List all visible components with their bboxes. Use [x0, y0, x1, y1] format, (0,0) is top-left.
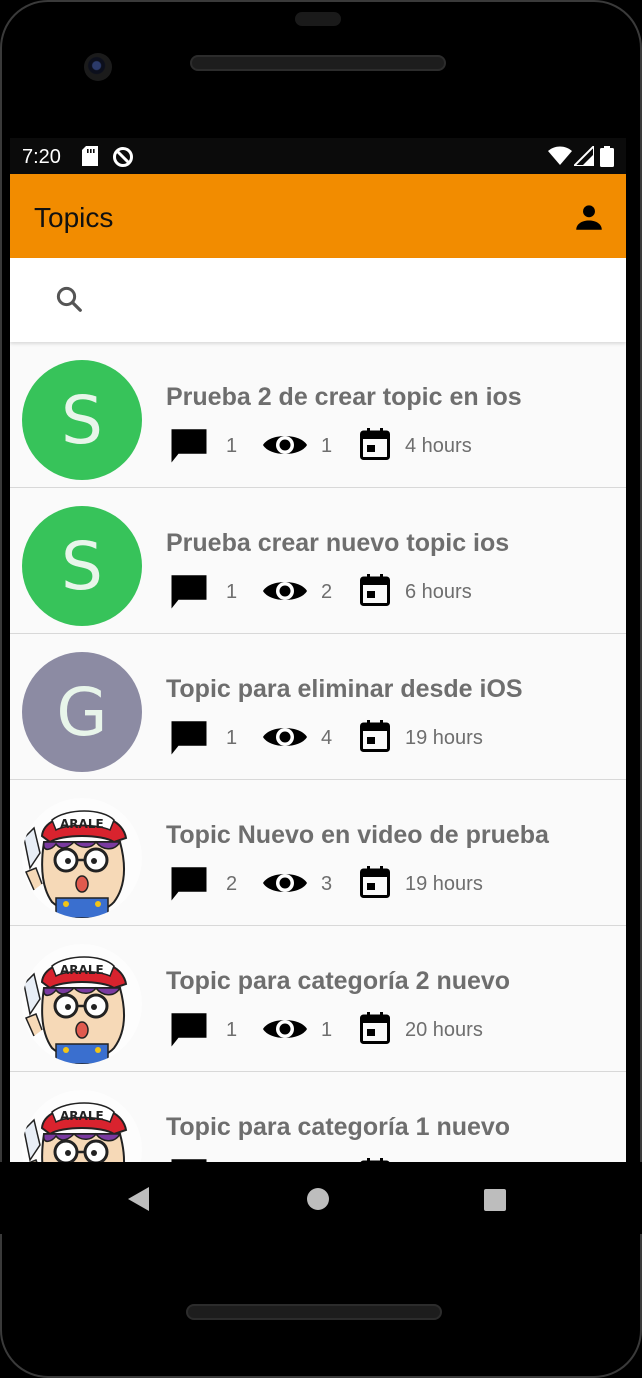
- comment-count: 1: [226, 435, 238, 457]
- phone-notch: [295, 12, 341, 26]
- bottom-speaker: [186, 1304, 442, 1320]
- eye-icon: [262, 867, 308, 904]
- topic-row[interactable]: S Prueba crear nuevo topic ios 1 2 6 hours: [10, 488, 626, 634]
- avatar: S: [22, 506, 142, 626]
- view-count: 2: [321, 581, 333, 603]
- recents-icon[interactable]: [483, 1188, 507, 1212]
- comment-icon: [168, 862, 210, 909]
- topic-list: S Prueba 2 de crear topic en ios 1 1 4 hours…: [10, 342, 626, 1162]
- topic-title: Prueba crear nuevo topic ios: [166, 529, 510, 557]
- calendar-icon: [360, 866, 390, 903]
- avatar-image: ARALE: [22, 944, 142, 1064]
- front-camera: [84, 53, 112, 81]
- view-count: 1: [321, 435, 333, 457]
- eye-icon: [262, 429, 308, 466]
- topic-title: Prueba 2 de crear topic en ios: [166, 383, 522, 411]
- avatar-image: ARALE: [22, 1090, 142, 1162]
- battery-icon: [600, 146, 614, 167]
- navigation-bar: [0, 1162, 642, 1234]
- phone-frame: 7:20 Topics S Prueba 2 de crear topic en…: [0, 0, 642, 1378]
- topic-row[interactable]: ARALE Topic para categoría 1 nuevo: [10, 1072, 626, 1162]
- comment-count: 2: [226, 873, 238, 895]
- topic-age: 19 hours: [405, 727, 483, 749]
- avatar-letter: G: [22, 652, 142, 772]
- status-time: 7:20: [22, 146, 61, 168]
- topic-age: 6 hours: [405, 581, 472, 603]
- app-bar: Topics: [10, 174, 626, 258]
- calendar-icon: [360, 720, 390, 757]
- topic-row[interactable]: ARALE Topic para categoría 2 nuevo 1 1 20 ho…: [10, 926, 626, 1072]
- back-icon[interactable]: [127, 1186, 151, 1212]
- svg-text:ARALE: ARALE: [60, 963, 104, 977]
- eye-icon: [262, 1013, 308, 1050]
- wifi-icon: [548, 146, 572, 165]
- topic-row[interactable]: ARALE Topic Nuevo en video de prueba 2 3 19 …: [10, 780, 626, 926]
- eye-icon: [262, 721, 308, 758]
- calendar-icon: [360, 428, 390, 465]
- comment-icon: [168, 716, 210, 763]
- avatar: G: [22, 652, 142, 772]
- comment-count: 1: [226, 581, 238, 603]
- topic-title: Topic para categoría 1 nuevo: [166, 1113, 511, 1141]
- svg-text:ARALE: ARALE: [60, 1109, 104, 1123]
- status-bar: 7:20: [10, 138, 626, 174]
- svg-text:ARALE: ARALE: [60, 817, 104, 831]
- page-title: Topics: [34, 202, 114, 233]
- search-input[interactable]: [106, 278, 600, 324]
- person-icon[interactable]: [572, 200, 606, 234]
- topic-title: Topic Nuevo en video de prueba: [166, 821, 549, 849]
- eye-icon: [262, 575, 308, 612]
- app-screen: 7:20 Topics S Prueba 2 de crear topic en…: [10, 138, 626, 1162]
- comment-icon: [168, 424, 210, 471]
- calendar-icon: [360, 574, 390, 611]
- comment-icon: [168, 1154, 210, 1162]
- topic-title: Topic para categoría 2 nuevo: [166, 967, 511, 995]
- search-bar: [10, 258, 626, 342]
- view-count: 3: [321, 873, 333, 895]
- avatar-letter: S: [22, 506, 142, 626]
- signal-icon: [574, 146, 594, 166]
- topic-age: 19 hours: [405, 873, 483, 895]
- avatar-image: ARALE: [22, 798, 142, 918]
- comment-count: 1: [226, 727, 238, 749]
- topic-row[interactable]: G Topic para eliminar desde iOS 1 4 19 hours: [10, 634, 626, 780]
- avatar-letter: S: [22, 360, 142, 480]
- comment-icon: [168, 570, 210, 617]
- comment-icon: [168, 1008, 210, 1055]
- view-count: 1: [321, 1019, 333, 1041]
- data-saver-icon: [113, 147, 133, 167]
- home-icon[interactable]: [306, 1187, 330, 1211]
- topic-age: 20 hours: [405, 1019, 483, 1041]
- comment-count: 1: [226, 1019, 238, 1041]
- topic-row[interactable]: S Prueba 2 de crear topic en ios 1 1 4 hours: [10, 342, 626, 488]
- search-icon: [56, 286, 82, 312]
- avatar: S: [22, 360, 142, 480]
- earpiece-speaker: [190, 55, 446, 71]
- topic-title: Topic para eliminar desde iOS: [166, 675, 523, 703]
- calendar-icon: [360, 1012, 390, 1049]
- sd-card-icon: [82, 146, 98, 166]
- view-count: 4: [321, 727, 333, 749]
- topic-age: 4 hours: [405, 435, 472, 457]
